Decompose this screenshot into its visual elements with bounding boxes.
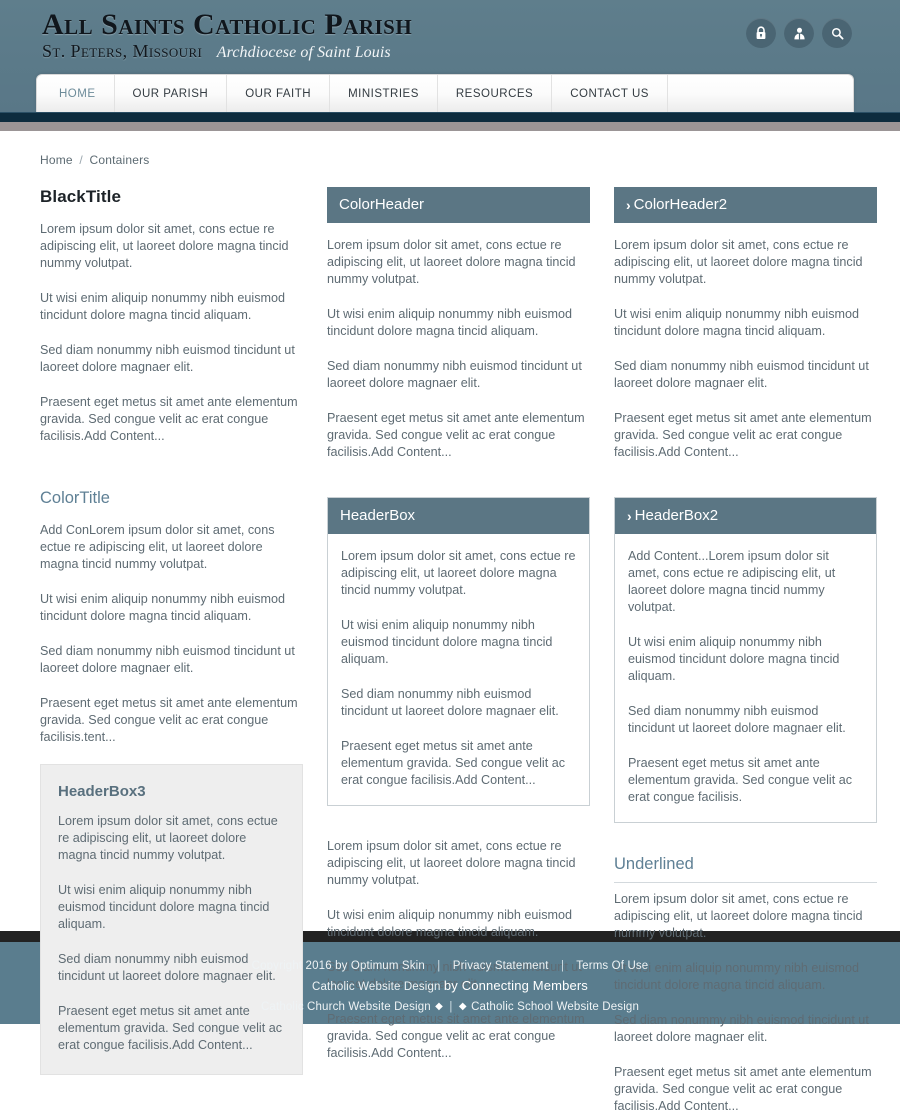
paragraph: Ut wisi enim aliquip nonummy nibh euismo…	[40, 291, 285, 322]
page-content: Home / Containers BlackTitle Lorem ipsum…	[0, 131, 900, 1113]
color-header-bar: ColorHeader	[327, 187, 590, 223]
paragraph: Lorem ipsum dolor sit amet, cons ectue r…	[58, 814, 278, 862]
paragraph: Lorem ipsum dolor sit amet, cons ectue r…	[327, 839, 576, 887]
header-box-2: › HeaderBox2 Add Content...Lorem ipsum d…	[614, 497, 877, 823]
paragraph: Lorem ipsum dolor sit amet, cons ectue r…	[614, 238, 863, 286]
search-icon[interactable]	[822, 18, 852, 48]
column-2: ColorHeader Lorem ipsum dolor sit amet, …	[327, 187, 590, 1062]
header-box-label: HeaderBox	[340, 507, 416, 524]
logo-subtitle-line: St. Peters, Missouri Archdiocese of Sain…	[42, 41, 412, 63]
header-box-3: HeaderBox3 Lorem ipsum dolor sit amet, c…	[40, 764, 303, 1075]
logo-title: All Saints Catholic Parish	[42, 8, 413, 41]
nav-item-ministries[interactable]: MINISTRIES	[330, 75, 438, 112]
breadcrumb: Home / Containers	[40, 153, 860, 167]
paragraph: Sed diam nonummy nibh euismod tincidunt …	[327, 359, 582, 390]
header-icon-group	[746, 18, 852, 48]
nav-item-our-faith[interactable]: OUR FAITH	[227, 75, 331, 112]
footer-copyright: Copyright 2016 by Optimum Skin	[251, 960, 425, 972]
footer-catholic-website-design-link[interactable]: Catholic Website Design	[312, 981, 441, 993]
diamond-icon: ◆	[458, 1001, 467, 1012]
breadcrumb-home[interactable]: Home	[40, 153, 73, 167]
nav-item-resources[interactable]: RESOURCES	[438, 75, 553, 112]
paragraph: Sed diam nonummy nibh euismod tincidunt …	[614, 1013, 869, 1044]
paragraph: Ut wisi enim aliquip nonummy nibh euismo…	[341, 618, 553, 666]
color-title-heading: ColorTitle	[40, 489, 110, 507]
paragraph: Praesent eget metus sit amet ante elemen…	[327, 1012, 585, 1060]
diamond-icon: ◆	[435, 1001, 444, 1012]
nav-item-contact-us[interactable]: CONTACT US	[552, 75, 668, 112]
paragraph: Add ConLorem ipsum dolor sit amet, cons …	[40, 523, 275, 571]
column-3: › ColorHeader2 Lorem ipsum dolor sit ame…	[614, 187, 877, 1115]
paragraph: Sed diam nonummy nibh euismod tincidunt …	[341, 687, 559, 718]
paragraph: Ut wisi enim aliquip nonummy nibh euismo…	[58, 883, 270, 931]
column-1: BlackTitle Lorem ipsum dolor sit amet, c…	[40, 187, 303, 1075]
footer-privacy-link[interactable]: Privacy Statement	[453, 960, 549, 972]
paragraph: Ut wisi enim aliquip nonummy nibh euismo…	[40, 592, 285, 623]
header-divider-dark	[0, 112, 900, 122]
header-box-3-title: HeaderBox3	[58, 783, 146, 800]
logo-archdiocese: Archdiocese of Saint Louis	[216, 44, 391, 61]
paragraph: Lorem ipsum dolor sit amet, cons ectue r…	[327, 238, 576, 286]
color-header-2-bar: › ColorHeader2	[614, 187, 877, 223]
header-box-2-label: HeaderBox2	[634, 507, 719, 524]
header-box-2-body: Add Content...Lorem ipsum dolor sit amet…	[615, 534, 876, 822]
footer-terms-link[interactable]: Terms Of Use	[576, 960, 648, 972]
logo-subtitle: St. Peters, Missouri	[42, 41, 203, 61]
footer-by-connecting-members: by Connecting Members	[443, 978, 588, 993]
paragraph: Sed diam nonummy nibh euismod tincidunt …	[40, 644, 295, 675]
nav-filler	[668, 75, 853, 112]
paragraph: Ut wisi enim aliquip nonummy nibh euismo…	[628, 635, 840, 683]
nav-item-home[interactable]: HOME	[37, 75, 115, 112]
lock-icon[interactable]	[746, 18, 776, 48]
paragraph: Praesent eget metus sit amet ante elemen…	[327, 411, 585, 459]
footer-school-design-link[interactable]: Catholic School Website Design	[471, 1001, 639, 1013]
paragraph: Praesent eget metus sit amet ante elemen…	[40, 395, 298, 443]
paragraph: Praesent eget metus sit amet ante elemen…	[40, 696, 298, 744]
site-header: All Saints Catholic Parish St. Peters, M…	[0, 0, 900, 112]
paragraph: Lorem ipsum dolor sit amet, cons ectue r…	[40, 222, 289, 270]
paragraph: Sed diam nonummy nibh euismod tincidunt …	[614, 359, 869, 390]
paragraph: Praesent eget metus sit amet ante elemen…	[58, 1004, 283, 1052]
header-box-2-title-bar: › HeaderBox2	[615, 498, 876, 534]
nav-item-our-parish[interactable]: OUR PARISH	[115, 75, 228, 112]
paragraph: Ut wisi enim aliquip nonummy nibh euismo…	[327, 307, 572, 338]
breadcrumb-current: Containers	[89, 153, 150, 167]
paragraph: Praesent eget metus sit amet ante elemen…	[341, 739, 566, 787]
paragraph: Ut wisi enim aliquip nonummy nibh euismo…	[614, 307, 859, 338]
paragraph: Praesent eget metus sit amet ante elemen…	[614, 411, 872, 459]
site-logo[interactable]: All Saints Catholic Parish St. Peters, M…	[42, 8, 412, 63]
paragraph: Sed diam nonummy nibh euismod tincidunt …	[628, 704, 846, 735]
paragraph: Add Content...Lorem ipsum dolor sit amet…	[628, 549, 836, 614]
header-divider-gray	[0, 122, 900, 131]
color-header-label: ColorHeader	[339, 196, 425, 213]
black-title-heading: BlackTitle	[40, 187, 122, 206]
paragraph: Lorem ipsum dolor sit amet, cons ectue r…	[614, 892, 863, 940]
header-box-body: Lorem ipsum dolor sit amet, cons ectue r…	[328, 534, 589, 805]
chevron-right-icon: ›	[627, 507, 632, 524]
paragraph: Ut wisi enim aliquip nonummy nibh euismo…	[327, 908, 572, 939]
main-navigation: HOME OUR PARISH OUR FAITH MINISTRIES RES…	[36, 74, 854, 112]
paragraph: Lorem ipsum dolor sit amet, cons ectue r…	[341, 549, 576, 597]
footer-pipe: |	[449, 1001, 453, 1013]
paragraph: Praesent eget metus sit amet ante elemen…	[614, 1065, 872, 1113]
header-box-title-bar: HeaderBox	[328, 498, 589, 534]
paragraph: Sed diam nonummy nibh euismod tincidunt …	[40, 343, 295, 374]
paragraph: Praesent eget metus sit amet ante elemen…	[628, 756, 853, 804]
breadcrumb-separator: /	[79, 153, 83, 167]
footer-pipe: |	[560, 960, 565, 972]
color-header-2-label: ColorHeader2	[633, 196, 728, 213]
footer-church-design-link[interactable]: Catholic Church Website Design	[261, 1001, 431, 1013]
header-box: HeaderBox Lorem ipsum dolor sit amet, co…	[327, 497, 590, 806]
chevron-right-icon: ›	[626, 196, 631, 213]
paragraph: Ut wisi enim aliquip nonummy nibh euismo…	[614, 961, 859, 992]
user-icon[interactable]	[784, 18, 814, 48]
footer-pipe: |	[437, 960, 441, 972]
underlined-heading: Underlined	[614, 855, 877, 883]
